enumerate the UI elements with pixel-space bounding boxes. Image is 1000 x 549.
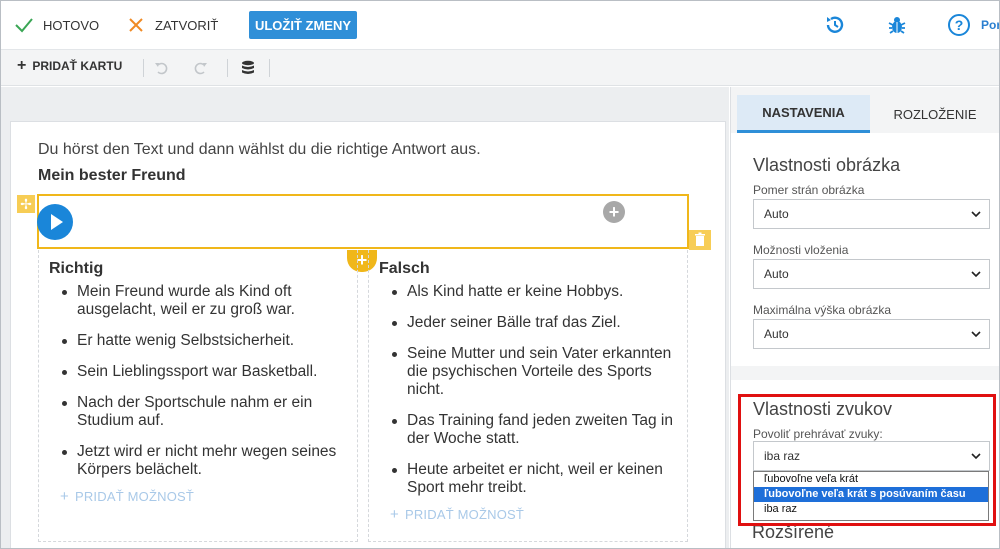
- answer-list: Mein Freund wurde als Kind oft ausgelach…: [62, 283, 347, 492]
- list-item[interactable]: Mein Freund wurde als Kind oft ausgelach…: [62, 283, 347, 319]
- toolbar-divider: [143, 59, 144, 77]
- list-item[interactable]: Heute arbeitet er nicht, weil er keinen …: [392, 461, 677, 497]
- list-item[interactable]: Seine Mutter und sein Vater erkannten di…: [392, 345, 677, 399]
- top-action-bar: HOTOVO ZATVORIŤ ULOŽIŤ ZMENY ? Por: [1, 1, 999, 50]
- bug-report-icon[interactable]: [885, 13, 909, 37]
- image-properties-title: Vlastnosti obrázka: [753, 155, 901, 175]
- list-item[interactable]: Das Training fand jeden zweiten Tag in d…: [392, 412, 677, 448]
- history-icon[interactable]: [823, 13, 847, 37]
- list-item[interactable]: Er hatte wenig Selbstsicherheit.: [62, 332, 347, 350]
- toolbar-divider: [269, 59, 270, 77]
- exercise-card: Du hörst den Text und dann wählst du die…: [10, 121, 726, 548]
- exercise-title[interactable]: Mein bester Freund: [38, 167, 186, 185]
- aspect-ratio-select[interactable]: Auto: [753, 199, 990, 229]
- save-changes-button[interactable]: ULOŽIŤ ZMENY: [249, 11, 357, 39]
- done-button[interactable]: HOTOVO: [13, 14, 99, 36]
- chevron-down-icon: [971, 453, 981, 460]
- list-item[interactable]: Jeder seiner Bälle traf das Ziel.: [392, 314, 677, 332]
- answer-column-correct: Richtig Mein Freund wurde als Kind oft a…: [38, 250, 358, 542]
- list-item[interactable]: Jetzt wird er nicht mehr wegen seines Kö…: [62, 443, 347, 479]
- allow-sound-label: Povoliť prehrávať zvuky:: [753, 427, 883, 441]
- close-label: ZATVORIŤ: [155, 17, 219, 33]
- sound-playback-select[interactable]: iba raz: [753, 441, 990, 471]
- trash-icon[interactable]: [689, 230, 711, 250]
- sound-playback-dropdown: ľubovoľne veľa krát ľubovoľne veľa krát …: [753, 471, 989, 521]
- sound-playback-value: iba raz: [764, 449, 801, 463]
- column-title[interactable]: Falsch: [379, 260, 430, 278]
- help-icon[interactable]: ?: [947, 13, 971, 37]
- max-height-select[interactable]: Auto: [753, 319, 990, 349]
- add-option-label: PRIDAŤ MOŽNOSŤ: [404, 507, 525, 522]
- redo-icon[interactable]: [191, 59, 209, 77]
- list-item[interactable]: Als Kind hatte er keine Hobbys.: [392, 283, 677, 301]
- close-icon: [125, 14, 147, 36]
- play-icon[interactable]: [37, 204, 73, 240]
- add-option-button[interactable]: + PRIDAŤ MOŽNOSŤ: [60, 488, 194, 505]
- dropdown-option-highlighted[interactable]: ľubovoľne veľa krát s posúvaním času: [754, 487, 988, 502]
- undo-icon[interactable]: [153, 59, 171, 77]
- aspect-ratio-value: Auto: [764, 207, 789, 221]
- plus-icon: +: [60, 488, 69, 505]
- svg-text:?: ?: [955, 17, 964, 33]
- chevron-down-icon: [971, 331, 981, 338]
- tab-layout[interactable]: ROZLOŽENIE: [870, 95, 999, 133]
- embed-options-label: Možnosti vloženia: [753, 243, 849, 257]
- add-card-label: PRIDAŤ KARTU: [32, 59, 123, 73]
- checkmark-icon: [13, 14, 35, 36]
- audio-block[interactable]: [37, 194, 689, 249]
- plus-icon: +: [390, 506, 399, 523]
- advanced-section-title[interactable]: Rozšírené: [752, 522, 834, 543]
- editor-canvas: Du hörst den Text und dann wählst du die…: [1, 87, 729, 548]
- chevron-down-icon: [971, 271, 981, 278]
- list-item[interactable]: Sein Lieblingssport war Basketball.: [62, 363, 347, 381]
- instruction-text[interactable]: Du hörst den Text und dann wählst du die…: [38, 141, 481, 159]
- dropdown-option[interactable]: ľubovoľne veľa krát: [754, 472, 988, 487]
- dropdown-option[interactable]: iba raz: [754, 502, 988, 517]
- section-divider: [731, 366, 999, 380]
- answer-list: Als Kind hatte er keine Hobbys. Jeder se…: [392, 283, 677, 510]
- toolbar-divider: [227, 59, 228, 77]
- answer-column-wrong: Falsch Als Kind hatte er keine Hobbys. J…: [368, 250, 688, 542]
- embed-options-value: Auto: [764, 267, 789, 281]
- max-height-value: Auto: [764, 327, 789, 341]
- app-window: HOTOVO ZATVORIŤ ULOŽIŤ ZMENY ? Por + PRI…: [0, 0, 1000, 549]
- panel-tabs: NASTAVENIA ROZLOŽENIE: [737, 95, 999, 133]
- add-media-icon[interactable]: +: [603, 201, 625, 223]
- done-label: HOTOVO: [43, 17, 100, 33]
- sound-properties-title: Vlastnosti zvukov: [753, 399, 893, 419]
- aspect-ratio-label: Pomer strán obrázka: [753, 183, 865, 197]
- max-height-label: Maximálna výška obrázka: [753, 303, 892, 317]
- embed-options-select[interactable]: Auto: [753, 259, 990, 289]
- close-button[interactable]: ZATVORIŤ: [125, 14, 218, 36]
- list-item[interactable]: Nach der Sportschule nahm er ein Studium…: [62, 394, 347, 430]
- move-handle-icon[interactable]: ✢: [17, 195, 35, 213]
- database-icon[interactable]: [239, 59, 257, 77]
- column-title[interactable]: Richtig: [49, 260, 103, 278]
- add-card-button[interactable]: + PRIDAŤ KARTU: [17, 57, 123, 74]
- editor-toolbar: + PRIDAŤ KARTU: [1, 50, 999, 86]
- plus-icon: +: [17, 57, 27, 74]
- add-option-label: PRIDAŤ MOŽNOSŤ: [74, 489, 195, 504]
- add-option-button[interactable]: + PRIDAŤ MOŽNOSŤ: [390, 506, 524, 523]
- chevron-down-icon: [971, 211, 981, 218]
- tab-settings[interactable]: NASTAVENIA: [737, 95, 870, 133]
- help-label[interactable]: Por: [981, 18, 999, 32]
